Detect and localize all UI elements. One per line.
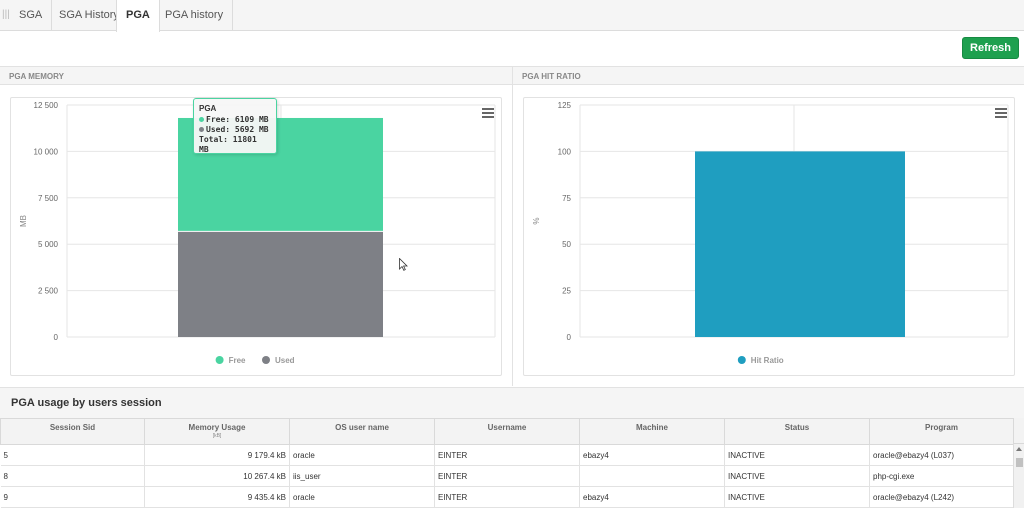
table-cell: ebazy4 [579, 444, 725, 466]
y-tick-label: 75 [562, 194, 571, 203]
table-cell: INACTIVE [724, 444, 870, 466]
column-header[interactable]: Machine [579, 418, 725, 445]
tooltip-free: Free: 6109 MB [206, 115, 269, 124]
column-header-label: Machine [635, 423, 668, 432]
table-cell: iis_user [289, 465, 435, 487]
legend-item-label[interactable]: Used [275, 356, 295, 365]
pga-memory-header: PGA MEMORY [0, 66, 512, 85]
column-header-label: Session Sid [49, 423, 96, 432]
legend-marker-icon[interactable] [215, 356, 224, 364]
table-cell: php-cgi.exe [869, 465, 1014, 487]
column-header-label: OS user name [335, 423, 389, 432]
chart-menu-icon[interactable] [995, 108, 1007, 118]
column-header[interactable]: Session Sid [0, 418, 145, 445]
y-tick-label: 50 [562, 240, 571, 249]
tab-sga[interactable]: SGA [10, 0, 53, 31]
table-cell: INACTIVE [724, 486, 870, 508]
column-header[interactable]: Status [724, 418, 870, 445]
y-tick-label: 10 000 [34, 147, 59, 156]
table-section-title: PGA usage by users session [0, 387, 1024, 418]
chart-menu-icon[interactable] [482, 108, 494, 118]
column-header[interactable]: Username [434, 418, 580, 445]
y-tick-label: 0 [567, 333, 572, 342]
table-cell: EINTER [434, 465, 580, 487]
tab-bar: ||| SGA SGA History PGA PGA history [0, 0, 1024, 32]
y-tick-label: 25 [562, 287, 571, 296]
free-dot-icon [199, 117, 204, 122]
tooltip-free-row: Free: 6109 MB [199, 115, 271, 125]
legend-marker-icon[interactable] [262, 356, 270, 364]
table-cell: 9 435.4 kB [144, 486, 290, 508]
legend-marker-icon[interactable] [737, 356, 746, 364]
refresh-button[interactable]: Refresh [962, 37, 1019, 59]
tooltip-used: Used: 5692 MB [206, 125, 269, 134]
column-header-unit: [kB] [212, 433, 222, 439]
y-tick-label: 12 500 [34, 101, 59, 110]
y-tick-label: 0 [54, 333, 59, 342]
y-tick-label: 5 000 [38, 240, 59, 249]
table-cell: INACTIVE [724, 465, 870, 487]
table-cell: EINTER [434, 444, 580, 466]
panel-divider [512, 66, 513, 386]
table-cell: oracle@ebazy4 (L242) [869, 486, 1014, 508]
scroll-up-icon[interactable] [1016, 447, 1022, 451]
table-cell: 9 179.4 kB [144, 444, 290, 466]
table-header-filler [1013, 418, 1024, 444]
tooltip-total: Total: 11801 MB [199, 135, 257, 154]
table-cell: 5 [0, 444, 145, 466]
column-header-label: Status [784, 423, 810, 432]
table-cell [579, 465, 725, 487]
table-row[interactable]: 99 435.4 kB oracle EINTER ebazy4 INACTIVE ora… [0, 486, 1014, 508]
table-cell: 10 267.4 kB [144, 465, 290, 487]
table-header-row: Session Sid Memory Usage [kB] OS user name U… [0, 418, 1014, 445]
table-cell: oracle [289, 444, 435, 466]
bar-hit-ratio[interactable] [695, 151, 905, 337]
table-cell: ebazy4 [579, 486, 725, 508]
y-axis-title: % [532, 217, 541, 224]
y-tick-label: 125 [558, 101, 572, 110]
tab-pga[interactable]: PGA [116, 0, 160, 32]
tooltip-title: PGA [199, 104, 217, 113]
used-dot-icon [199, 127, 204, 132]
tab-pga-history[interactable]: PGA history [156, 0, 234, 31]
column-header[interactable]: OS user name [289, 418, 435, 445]
column-header-label: Username [487, 423, 527, 432]
legend-item-label[interactable]: Hit Ratio [751, 356, 784, 365]
tooltip-used-row: Used: 5692 MB [199, 125, 271, 135]
table-scrollbar[interactable] [1013, 444, 1024, 508]
column-header-label: Memory Usage [188, 423, 246, 432]
pga-hit-ratio-chart: 0 25 50 75 100 125% Hit Ratio [523, 97, 1015, 376]
pga-hit-ratio-chart-svg: 0 25 50 75 100 125% Hit Ratio [532, 101, 1009, 365]
pga-usage-table: Session Sid Memory Usage [kB] OS user name U… [0, 418, 1014, 508]
chart-tooltip: PGA Free: 6109 MB Used: 5692 MB Total: 1… [193, 98, 277, 154]
bar-used[interactable] [178, 231, 383, 337]
table-row[interactable]: 59 179.4 kB oracle EINTER ebazy4 INACTIVE ora… [0, 444, 1014, 466]
table-cell: EINTER [434, 486, 580, 508]
table-cell: 8 [0, 465, 145, 487]
column-header-label: Program [925, 423, 958, 432]
y-tick-label: 2 500 [38, 287, 59, 296]
drag-handle-icon[interactable]: ||| [2, 9, 10, 20]
column-header[interactable]: Program [869, 418, 1014, 445]
y-tick-label: 7 500 [38, 194, 59, 203]
pga-hit-ratio-header: PGA HIT RATIO [513, 66, 1024, 85]
mouse-cursor-icon [399, 258, 408, 271]
table-cell: oracle@ebazy4 (L037) [869, 444, 1014, 466]
legend-item-label[interactable]: Free [229, 356, 246, 365]
y-tick-label: 100 [558, 147, 572, 156]
table-cell: oracle [289, 486, 435, 508]
scroll-thumb[interactable] [1016, 458, 1023, 467]
table-row[interactable]: 8 10 267.4 kB iis_user EINTER INACTIVE php-cg… [0, 465, 1014, 487]
y-axis-title: MB [19, 215, 28, 227]
table-cell: 9 [0, 486, 145, 508]
column-header[interactable]: Memory Usage [kB] [144, 418, 290, 445]
